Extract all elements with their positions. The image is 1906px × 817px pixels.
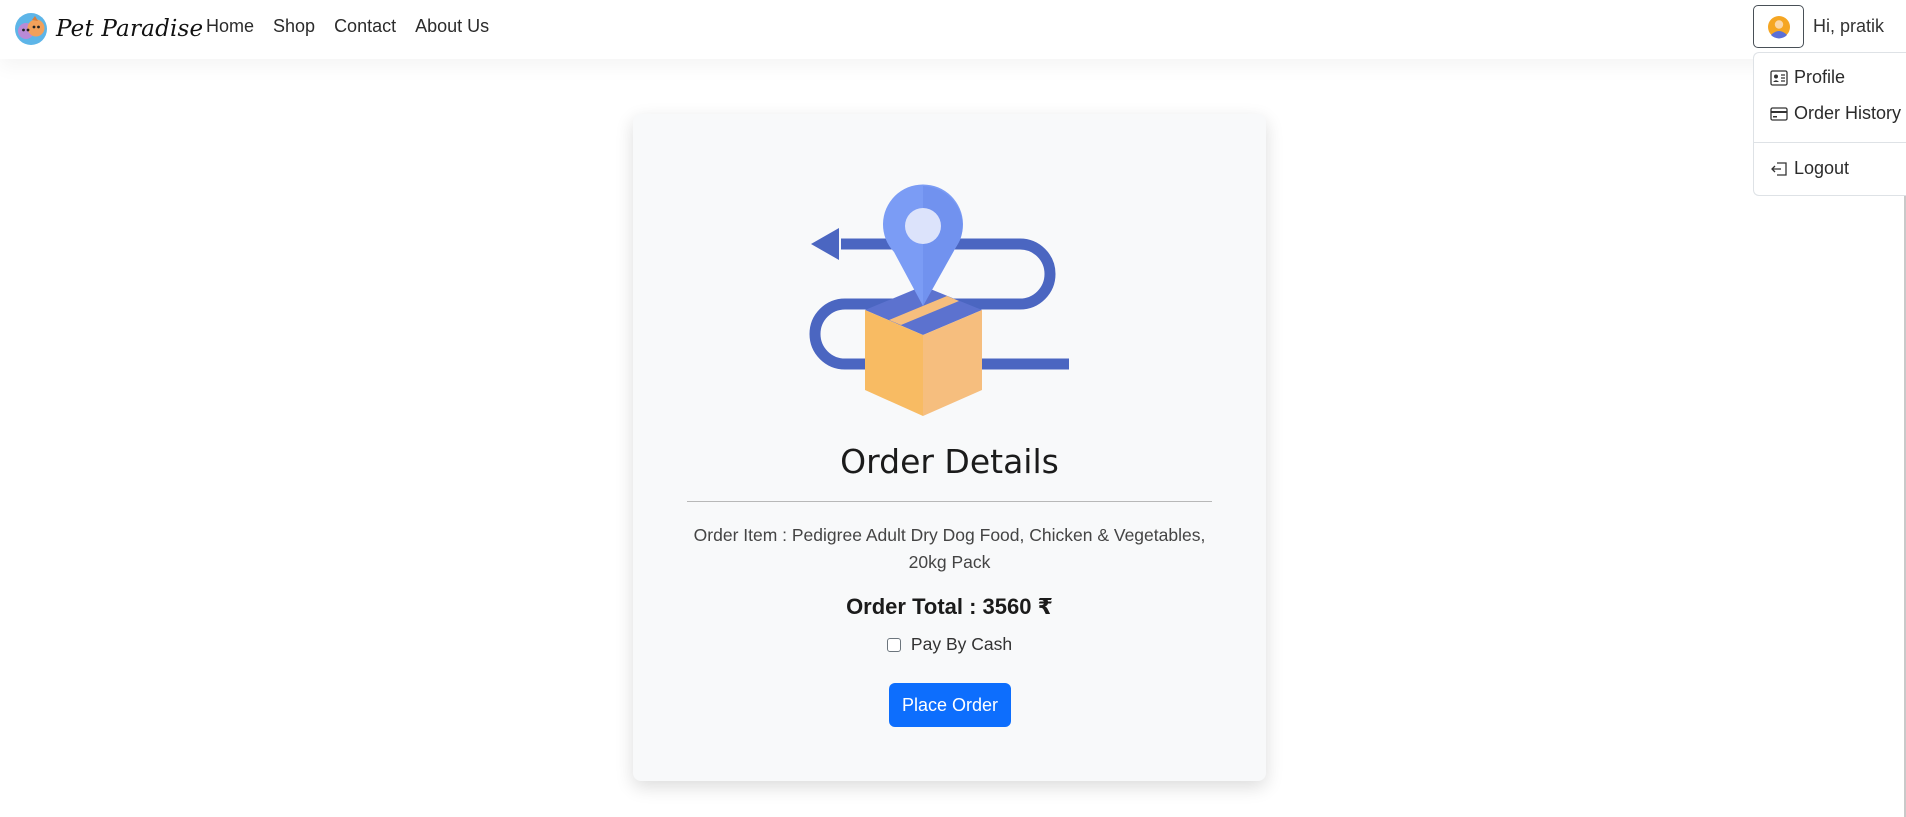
brand[interactable]: Pet Paradise <box>14 8 203 50</box>
logout-icon <box>1771 161 1787 176</box>
user-dropdown-menu: Profile Order History Logout <box>1753 52 1906 196</box>
nav-link-contact[interactable]: Contact <box>334 16 396 37</box>
menu-divider <box>1754 142 1906 143</box>
user-greeting[interactable]: Hi, pratik <box>1813 16 1884 37</box>
menu-item-order-history[interactable]: Order History <box>1770 103 1901 124</box>
nav-link-about-us[interactable]: About Us <box>415 16 489 37</box>
pet-logo-icon <box>15 13 47 45</box>
user-avatar-icon <box>1767 15 1790 38</box>
nav-link-home[interactable]: Home <box>206 16 254 37</box>
profile-icon <box>1770 69 1788 86</box>
place-order-button[interactable]: Place Order <box>889 683 1011 727</box>
pay-by-cash-checkbox[interactable] <box>886 637 901 652</box>
top-navbar: Pet Paradise Home Shop Contact About Us … <box>0 0 1906 59</box>
title-divider <box>687 501 1212 502</box>
pay-by-cash-option: Pay By Cash <box>633 634 1266 655</box>
order-card: Order Details Order Item : Pedigree Adul… <box>633 114 1266 781</box>
menu-item-order-history-label: Order History <box>1794 103 1902 123</box>
menu-item-logout[interactable]: Logout <box>1770 158 1849 179</box>
order-total-text: Order Total : 3560 ₹ <box>846 594 1053 619</box>
order-item-text: Order Item : Pedigree Adult Dry Dog Food… <box>693 525 1206 572</box>
delivery-box-location-icon <box>809 184 1069 416</box>
menu-item-logout-label: Logout <box>1794 158 1850 178</box>
menu-item-profile-label: Profile <box>1794 67 1846 87</box>
order-details-title: Order Details <box>840 442 1059 481</box>
pay-by-cash-label[interactable]: Pay By Cash <box>911 634 1012 655</box>
credit-card-icon <box>1770 106 1788 121</box>
nav-link-shop[interactable]: Shop <box>273 16 315 37</box>
brand-name: Pet Paradise <box>56 16 204 42</box>
main-nav: Home Shop Contact About Us <box>206 16 489 37</box>
menu-item-profile[interactable]: Profile <box>1770 67 1845 88</box>
user-menu-toggle[interactable] <box>1753 5 1804 48</box>
